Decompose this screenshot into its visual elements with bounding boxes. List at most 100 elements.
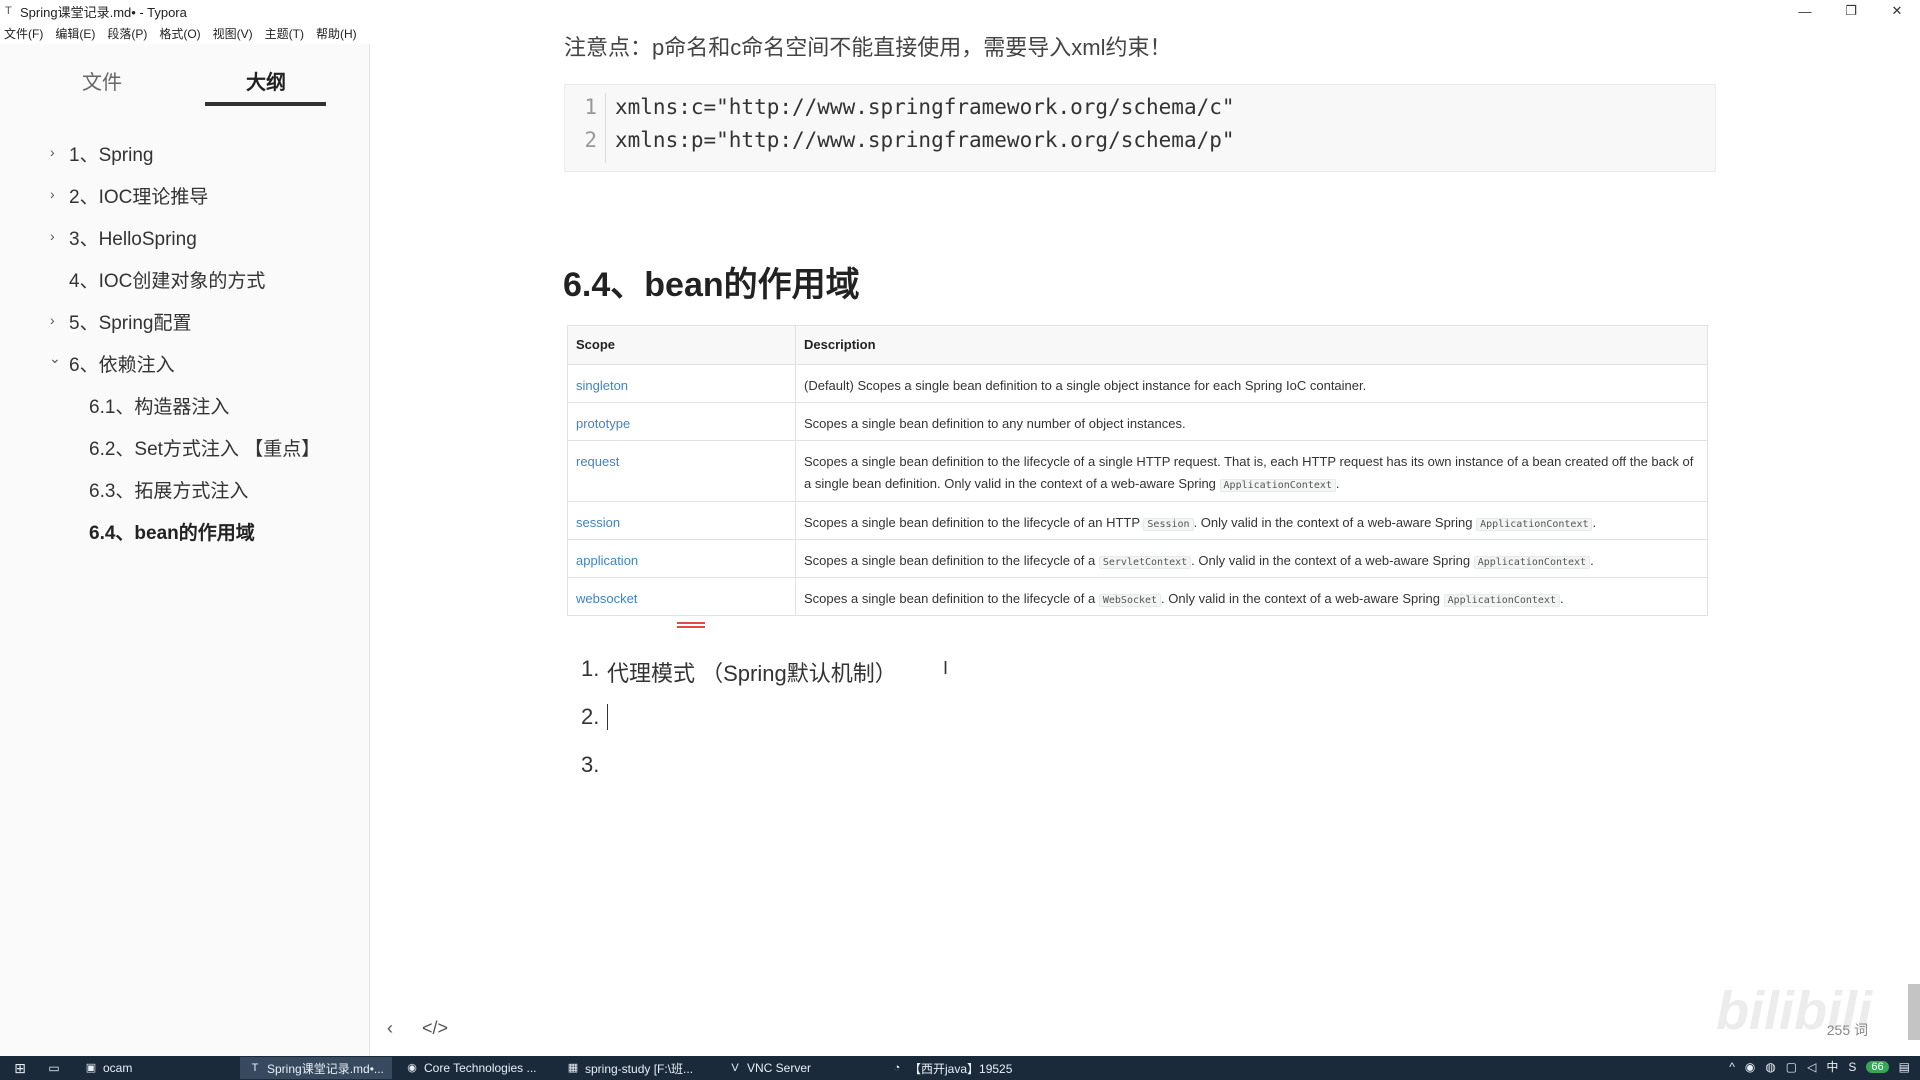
taskbar-item-chrome[interactable]: ◉ Core Technologies ... — [397, 1057, 555, 1079]
qq-icon: ◔ — [893, 1062, 901, 1074]
task-view-icon[interactable]: ▭ — [40, 1057, 68, 1079]
scope-link-application[interactable]: application — [567, 539, 796, 578]
menu-edit[interactable]: 编辑(E) — [55, 25, 95, 42]
scope-description: Scopes a single bean definition to the l… — [795, 539, 1708, 578]
list-text: 代理模式 （Spring默认机制） — [607, 661, 897, 686]
menu-view[interactable]: 视图(V) — [213, 25, 253, 42]
taskbar-label: 【西开java】19525 — [909, 1061, 1013, 1076]
description-text: . Only valid in the context of a web-awa… — [1161, 591, 1444, 606]
taskbar-item-idea[interactable]: ▦ spring-study [F:\班... — [558, 1057, 716, 1079]
window-controls: — ❐ ✕ — [1782, 0, 1920, 22]
back-icon[interactable]: ‹ — [387, 1018, 393, 1038]
chevron-up-icon[interactable]: ^ — [1729, 1060, 1735, 1074]
sidebar-tabs: 文件 大纲 — [0, 66, 370, 106]
menu-paragraph[interactable]: 段落(P) — [107, 25, 147, 42]
taskbar-item-qq[interactable]: ◔ 【西开java】19525 — [882, 1057, 1038, 1079]
taskbar-label: Core Technologies ... — [424, 1061, 537, 1075]
code-text: xmlns:p="http://www.springframework.org/… — [615, 128, 1235, 152]
menu-theme[interactable]: 主题(T) — [265, 25, 304, 42]
ibeam-cursor-icon: I — [943, 658, 949, 678]
inline-code: ApplicationContext — [1476, 518, 1593, 531]
menu-format[interactable]: 格式(O) — [159, 25, 200, 42]
scope-link-singleton[interactable]: singleton — [567, 364, 796, 403]
scope-link-session[interactable]: session — [567, 501, 796, 540]
start-button[interactable]: ⊞ — [6, 1057, 34, 1079]
inline-code: ApplicationContext — [1443, 594, 1560, 607]
menu-file[interactable]: 文件(F) — [4, 25, 43, 42]
chevron-right-icon[interactable]: › — [50, 186, 55, 202]
inline-code: ApplicationContext — [1219, 479, 1336, 492]
table-row: prototype Scopes a single bean definitio… — [567, 402, 1708, 441]
vertical-scrollbar[interactable] — [1908, 984, 1920, 1040]
outline-item-label: 6.2、Set方式注入 【重点】 — [89, 439, 321, 460]
bottom-toolbar: ‹ </> — [387, 1018, 472, 1039]
chrome-icon: ◉ — [407, 1062, 417, 1074]
outline-item-label: 4、IOC创建对象的方式 — [69, 271, 266, 292]
app-tray-icon[interactable]: ◍ — [1765, 1060, 1775, 1074]
outline-item-label: 6、依赖注入 — [69, 355, 175, 376]
volume-icon[interactable]: ◁ — [1807, 1060, 1816, 1074]
taskbar-item-vnc[interactable]: V VNC Server — [720, 1057, 880, 1079]
scope-link-prototype[interactable]: prototype — [567, 402, 796, 441]
outline-item-label: 6.3、拓展方式注入 — [89, 481, 249, 502]
code-gutter — [605, 93, 606, 163]
scope-link-websocket[interactable]: websocket — [567, 577, 796, 616]
notification-badge[interactable]: 66 — [1866, 1060, 1889, 1073]
note-paragraph: 注意点：p命名和c命名空间不能直接使用，需要导入xml约束！ — [564, 35, 1172, 60]
chevron-down-icon[interactable]: ⌄ — [49, 350, 61, 367]
sogou-icon[interactable]: S — [1848, 1060, 1856, 1074]
outline-item-label: 3、HelloSpring — [69, 229, 197, 250]
table-row: application Scopes a single bean definit… — [567, 539, 1708, 578]
table-header-row: Scope Description — [567, 325, 1708, 365]
restore-button[interactable]: ❐ — [1828, 0, 1874, 22]
typora-icon: T — [251, 1062, 259, 1074]
action-center-icon[interactable]: ▤ — [1899, 1060, 1910, 1074]
menu-help[interactable]: 帮助(H) — [316, 25, 357, 42]
scope-description: Scopes a single bean definition to any n… — [795, 402, 1708, 441]
chevron-right-icon[interactable]: › — [50, 228, 55, 244]
title-bar: T Spring课堂记录.md• - Typora — ❐ ✕ — [0, 0, 1920, 22]
taskbar-label: spring-study [F:\班... — [585, 1061, 694, 1076]
table-resize-handle[interactable] — [677, 622, 705, 628]
outline-item-label: 2、IOC理论推导 — [69, 187, 209, 208]
table-row: session Scopes a single bean definition … — [567, 501, 1708, 540]
system-tray: ^ ◉ ◍ ▢ ◁ 中 S 66 ▤ — [1719, 1058, 1910, 1075]
active-tab-indicator — [205, 102, 326, 106]
taskbar-label: ocam — [103, 1061, 133, 1075]
tab-outline[interactable]: 大纲 — [246, 66, 286, 95]
scope-description: Scopes a single bean definition to the l… — [795, 577, 1708, 616]
word-count[interactable]: 255 词 — [1827, 1020, 1868, 1040]
minimize-button[interactable]: — — [1782, 0, 1828, 22]
table-row: websocket Scopes a single bean definitio… — [567, 577, 1708, 616]
outline-item-label: 6.1、构造器注入 — [89, 397, 230, 418]
chevron-right-icon[interactable]: › — [50, 312, 55, 328]
scope-description: (Default) Scopes a single bean definitio… — [795, 364, 1708, 403]
ime-indicator[interactable]: 中 — [1826, 1058, 1838, 1075]
description-text: . — [1559, 591, 1564, 606]
tab-files[interactable]: 文件 — [82, 66, 122, 95]
list-number: 3. — [581, 752, 600, 777]
outline-item-label: 6.4、bean的作用域 — [89, 523, 255, 544]
text-caret — [607, 704, 608, 730]
taskbar-item-typora[interactable]: T Spring课堂记录.md•... — [240, 1057, 392, 1079]
taskbar-item-ocam[interactable]: ▣ ocam — [76, 1057, 238, 1079]
inline-code: Session — [1143, 518, 1194, 531]
outline-item-label: 1、Spring — [69, 145, 154, 166]
code-text: xmlns:c="http://www.springframework.org/… — [615, 95, 1235, 119]
description-text: . Only valid in the context of a web-awa… — [1191, 553, 1474, 568]
record-icon[interactable]: ◉ — [1745, 1060, 1755, 1074]
editor[interactable]: 注意点：p命名和c命名空间不能直接使用，需要导入xml约束！ 1 xmlns:c… — [371, 35, 1920, 1056]
scope-link-request[interactable]: request — [567, 440, 796, 502]
inline-code: ApplicationContext — [1473, 556, 1591, 569]
line-number: 1 — [584, 95, 597, 119]
scope-description: Scopes a single bean definition to the l… — [795, 440, 1708, 502]
network-icon[interactable]: ▢ — [1786, 1060, 1797, 1074]
chevron-right-icon[interactable]: › — [50, 144, 55, 160]
typora-app-icon: T — [5, 5, 12, 17]
inline-code: ServletContext — [1098, 556, 1192, 569]
source-mode-icon[interactable]: </> — [422, 1018, 448, 1038]
code-block[interactable]: 1 xmlns:c="http://www.springframework.or… — [564, 84, 1716, 172]
description-text: Scopes a single bean definition to the l… — [804, 591, 1099, 606]
close-button[interactable]: ✕ — [1874, 0, 1920, 22]
description-text: Scopes a single bean definition to the l… — [804, 553, 1099, 568]
